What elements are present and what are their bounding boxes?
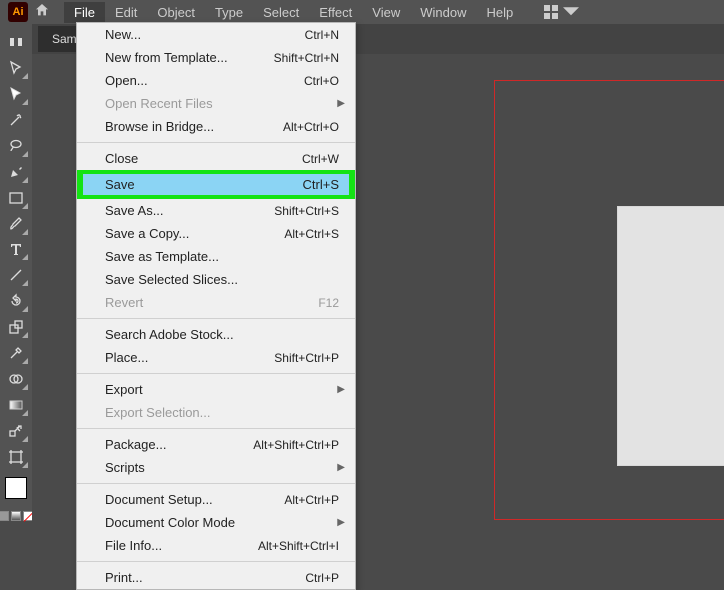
artboard	[617, 206, 724, 466]
magic-wand-tool-icon[interactable]	[3, 108, 29, 132]
menu-help[interactable]: Help	[476, 2, 523, 23]
menu-scripts[interactable]: Scripts▶	[77, 456, 355, 479]
submenu-arrow-icon: ▶	[337, 384, 345, 395]
menu-save[interactable]: SaveCtrl+S	[83, 174, 349, 195]
gradient-tool-icon[interactable]	[3, 393, 29, 417]
scale-tool-icon[interactable]	[3, 315, 29, 339]
menu-window[interactable]: Window	[410, 2, 476, 23]
menu-separator	[77, 483, 355, 484]
menu-export-selection[interactable]: Export Selection...	[77, 401, 355, 424]
bridge-tool-icon[interactable]	[3, 30, 29, 54]
menu-revert[interactable]: RevertF12	[77, 291, 355, 314]
submenu-arrow-icon: ▶	[337, 462, 345, 473]
menu-file-info[interactable]: File Info...Alt+Shift+Ctrl+I	[77, 534, 355, 557]
eyedropper-tool-icon[interactable]	[3, 341, 29, 365]
menu-save-copy[interactable]: Save a Copy...Alt+Ctrl+S	[77, 222, 355, 245]
menu-type[interactable]: Type	[205, 2, 253, 23]
menu-doc-setup[interactable]: Document Setup...Alt+Ctrl+P	[77, 488, 355, 511]
pen-tool-icon[interactable]	[3, 160, 29, 184]
menu-place[interactable]: Place...Shift+Ctrl+P	[77, 346, 355, 369]
menu-close[interactable]: CloseCtrl+W	[77, 147, 355, 170]
menu-effect[interactable]: Effect	[309, 2, 362, 23]
paintbrush-tool-icon[interactable]	[3, 212, 29, 236]
menu-package[interactable]: Package...Alt+Shift+Ctrl+P	[77, 433, 355, 456]
shape-builder-tool-icon[interactable]	[3, 367, 29, 391]
workspace-switcher[interactable]	[543, 4, 579, 20]
menu-separator	[77, 318, 355, 319]
artboard-tool-icon[interactable]	[3, 445, 29, 469]
menu-search-stock[interactable]: Search Adobe Stock...	[77, 323, 355, 346]
color-mode-buttons[interactable]	[0, 511, 33, 521]
lasso-tool-icon[interactable]	[3, 134, 29, 158]
menubar: Ai File Edit Object Type Select Effect V…	[0, 0, 724, 24]
menu-select[interactable]: Select	[253, 2, 309, 23]
fill-stroke-swatch[interactable]	[5, 477, 27, 499]
rectangle-tool-icon[interactable]	[3, 186, 29, 210]
menu-separator	[77, 373, 355, 374]
menu-edit[interactable]: Edit	[105, 2, 147, 23]
app-logo: Ai	[8, 2, 28, 22]
submenu-arrow-icon: ▶	[337, 98, 345, 109]
menu-view[interactable]: View	[362, 2, 410, 23]
menu-open[interactable]: Open...Ctrl+O	[77, 69, 355, 92]
file-menu-dropdown: New...Ctrl+N New from Template...Shift+C…	[76, 22, 356, 590]
menu-save-template[interactable]: Save as Template...	[77, 245, 355, 268]
menu-browse-bridge[interactable]: Browse in Bridge...Alt+Ctrl+O	[77, 115, 355, 138]
menu-separator	[77, 428, 355, 429]
symbol-sprayer-tool-icon[interactable]	[3, 419, 29, 443]
menu-doc-color[interactable]: Document Color Mode▶	[77, 511, 355, 534]
submenu-arrow-icon: ▶	[337, 517, 345, 528]
menu-print[interactable]: Print...Ctrl+P	[77, 566, 355, 589]
line-tool-icon[interactable]	[3, 263, 29, 287]
direct-selection-tool-icon[interactable]	[3, 82, 29, 106]
rotate-tool-icon[interactable]	[3, 289, 29, 313]
menu-object[interactable]: Object	[147, 2, 205, 23]
menu-open-recent[interactable]: Open Recent Files▶	[77, 92, 355, 115]
home-icon[interactable]	[34, 2, 50, 23]
selection-tool-icon[interactable]	[3, 56, 29, 80]
chevron-down-icon	[563, 4, 579, 20]
menu-new[interactable]: New...Ctrl+N	[77, 23, 355, 46]
menu-save-as[interactable]: Save As...Shift+Ctrl+S	[77, 199, 355, 222]
tools-panel	[0, 24, 32, 521]
highlighted-save: SaveCtrl+S	[77, 170, 355, 199]
menu-file[interactable]: File	[64, 2, 105, 23]
menu-export[interactable]: Export▶	[77, 378, 355, 401]
menu-new-template[interactable]: New from Template...Shift+Ctrl+N	[77, 46, 355, 69]
type-tool-icon[interactable]	[3, 238, 29, 262]
menu-save-slices[interactable]: Save Selected Slices...	[77, 268, 355, 291]
menu-separator	[77, 142, 355, 143]
menu-separator	[77, 561, 355, 562]
